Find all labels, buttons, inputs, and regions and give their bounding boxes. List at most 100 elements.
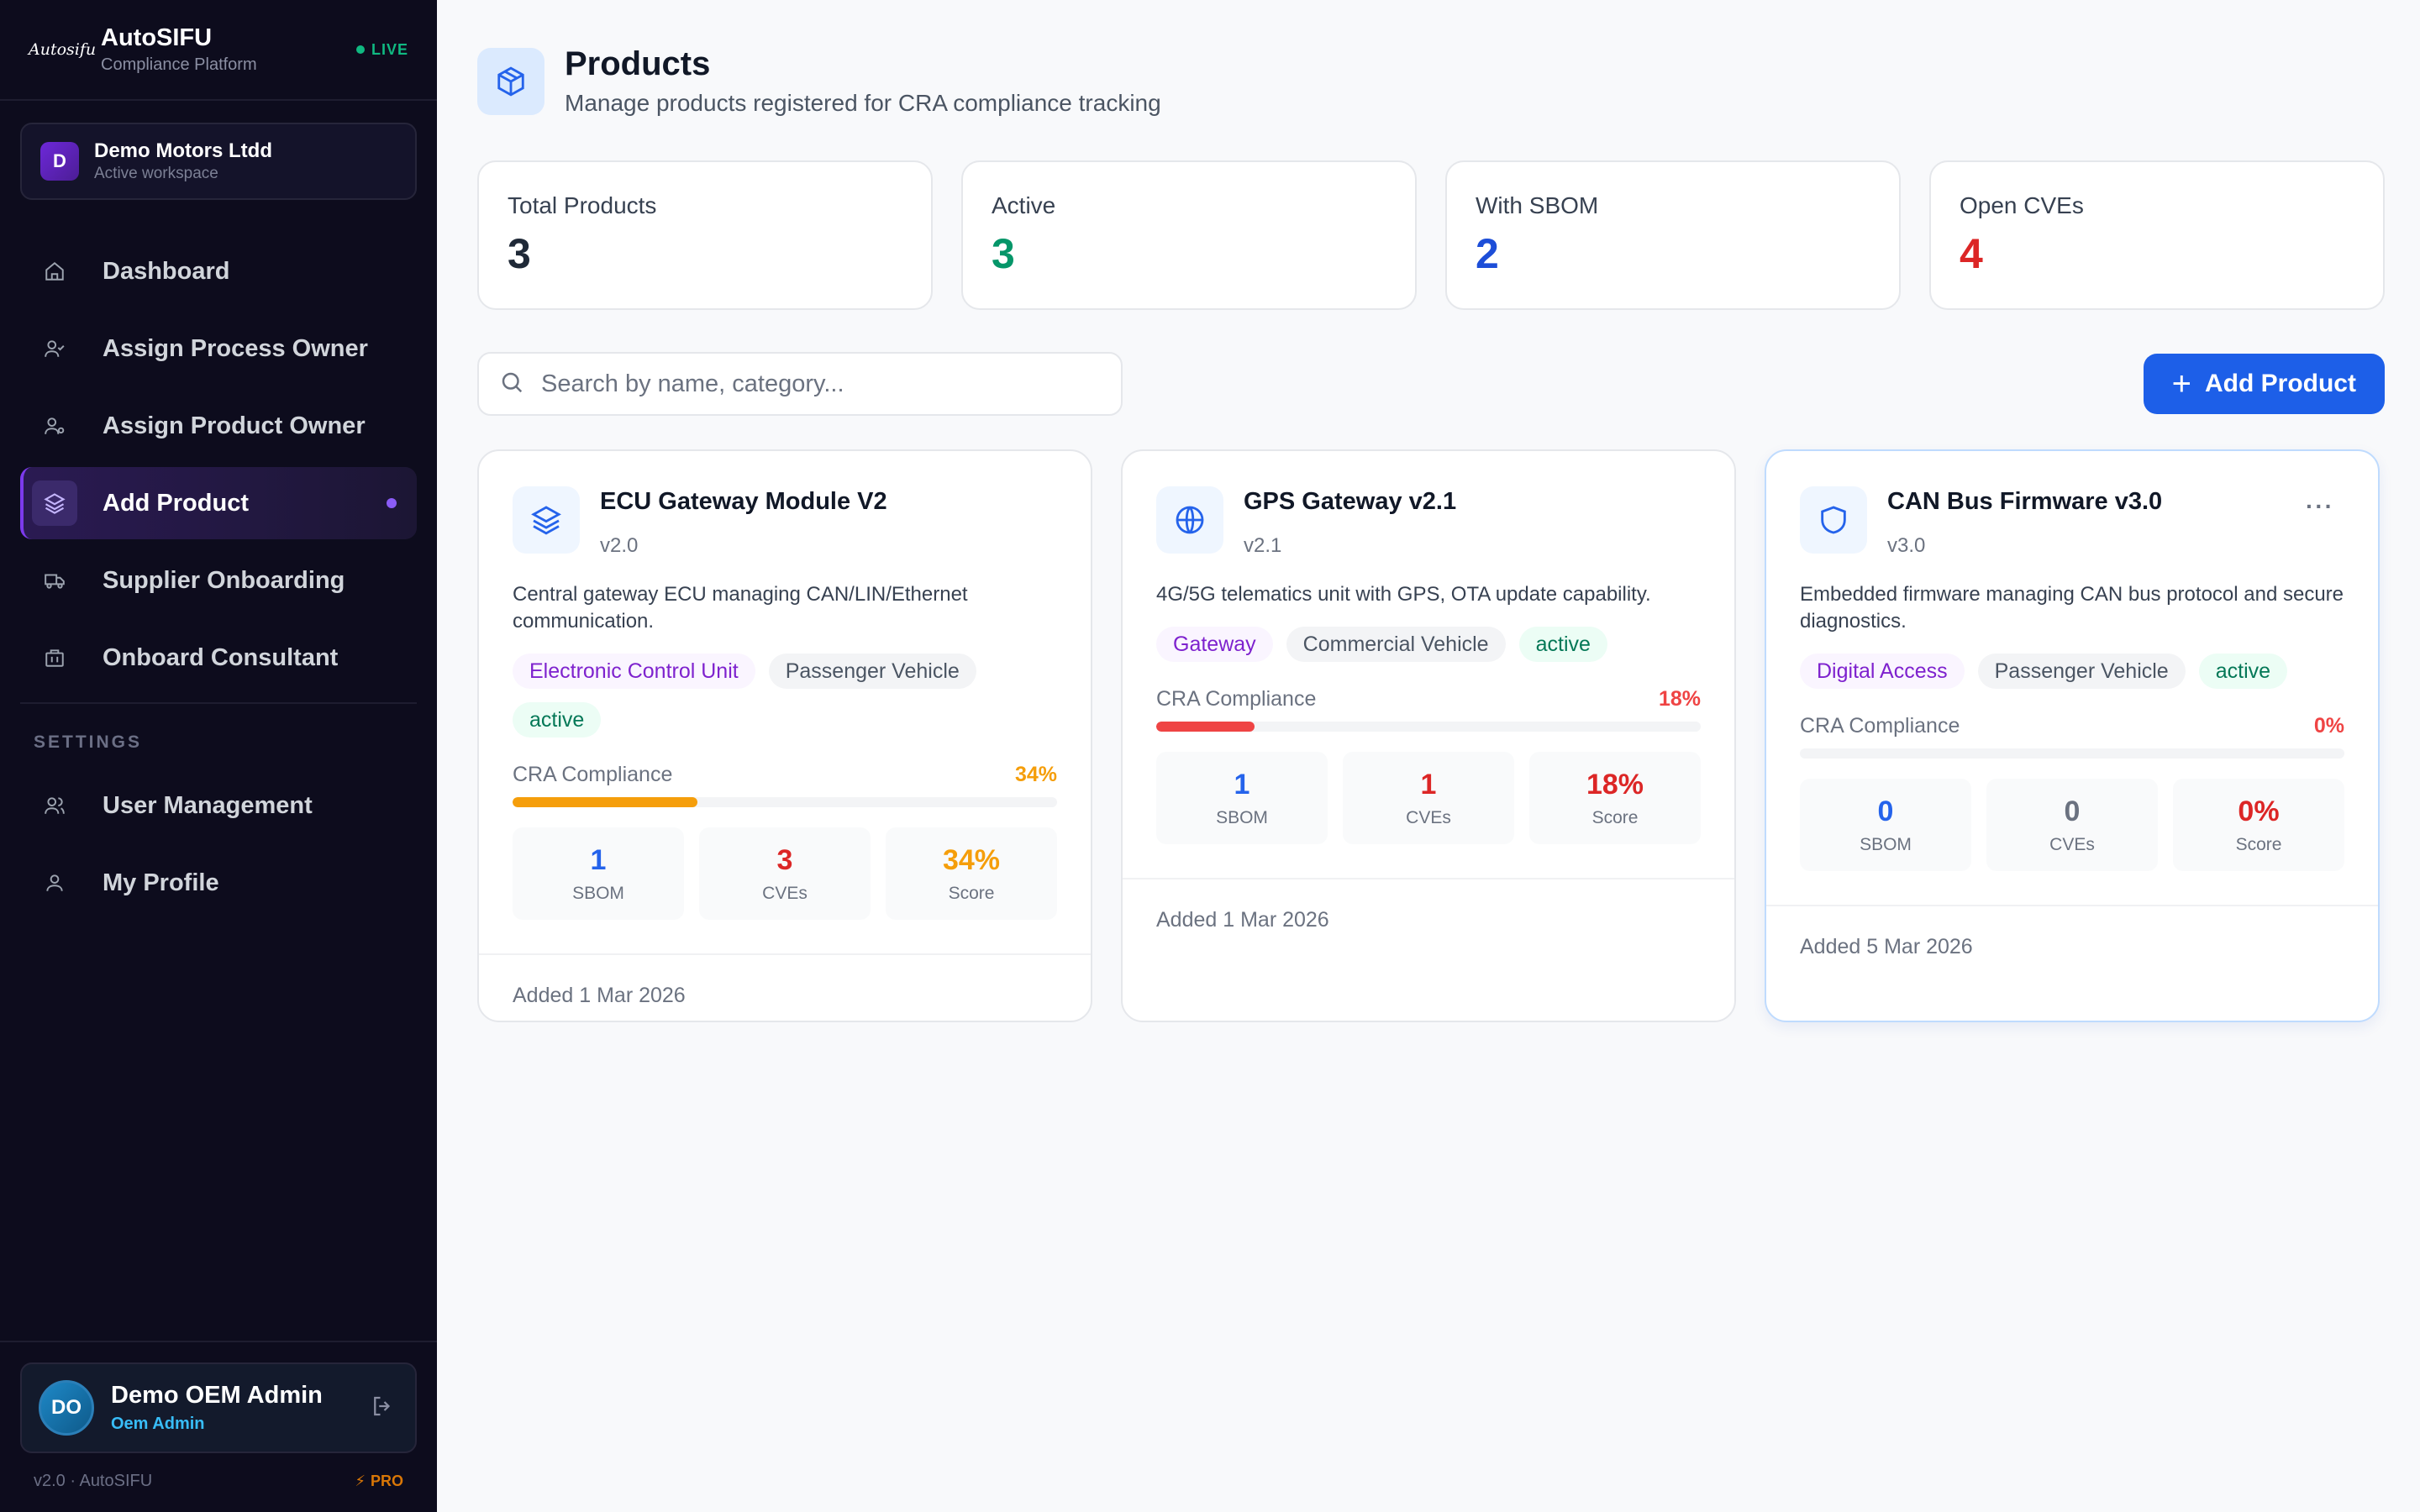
add-product-button[interactable]: + Add Product: [2143, 354, 2385, 414]
search-input[interactable]: [541, 370, 1079, 398]
product-tags: Electronic Control Unit Passenger Vehicl…: [513, 654, 1057, 738]
stat-label: With SBOM: [1476, 192, 1599, 218]
main-content: Products Manage products registered for …: [437, 0, 2420, 1512]
plan-label: PRO: [370, 1473, 403, 1489]
more-options-icon[interactable]: ···: [2306, 493, 2334, 520]
users-icon: [42, 793, 67, 818]
compliance-percent: 34%: [1014, 763, 1057, 786]
nav-item-dashboard[interactable]: Dashboard: [20, 235, 417, 307]
nav-item-add-product[interactable]: Add Product: [20, 467, 417, 539]
stat-value: 4: [1960, 230, 1983, 277]
nav-label: Dashboard: [103, 257, 230, 285]
add-product-label: Add Product: [2205, 370, 2356, 397]
stat-label: Open CVEs: [1960, 192, 2084, 218]
box-icon: [477, 47, 544, 115]
vehicle-tag: Passenger Vehicle: [768, 654, 976, 689]
compliance-row: CRA Compliance 34%: [513, 763, 1057, 787]
user-name: Demo OEM Admin: [111, 1382, 323, 1409]
plan-badge: ⚡ PRO: [355, 1473, 403, 1490]
user-role: Oem Admin: [111, 1415, 205, 1433]
product-version: v2.1: [1244, 534, 1282, 557]
product-metrics: 1 SBOM 3 CVEs 34% Score: [513, 827, 1057, 920]
metric-label: CVEs: [1406, 807, 1451, 827]
stat-card-total-products: Total Products 3: [477, 160, 933, 310]
nav-label: Add Product: [103, 489, 249, 517]
metric-label: CVEs: [762, 883, 808, 903]
product-card[interactable]: ECU Gateway Module V2 v2.0 Central gatew…: [477, 449, 1092, 1022]
metric-score: 18% Score: [1529, 752, 1701, 844]
briefcase-icon: [42, 645, 67, 670]
user-card[interactable]: DO Demo OEM Admin Oem Admin: [20, 1362, 417, 1453]
nav-label: Onboard Consultant: [103, 643, 339, 671]
brand-logo: Autosifu: [29, 40, 97, 59]
stat-card-open-cves: Open CVEs 4: [1929, 160, 2385, 310]
metric-value: 18%: [1586, 768, 1644, 801]
compliance-progress-bar: [1156, 722, 1701, 732]
stats-row: Total Products 3 Active 3 With SBOM 2 Op…: [477, 160, 2385, 310]
logout-icon[interactable]: [370, 1394, 398, 1422]
stat-value: 3: [508, 230, 531, 277]
compliance-progress-fill: [1156, 722, 1255, 732]
sidebar: Autosifu AutoSIFU Compliance Platform LI…: [0, 0, 437, 1512]
nav-item-my-profile[interactable]: My Profile: [20, 847, 417, 919]
compliance-percent: 18%: [1658, 687, 1701, 711]
product-metrics: 1 SBOM 1 CVEs 18% Score: [1156, 752, 1701, 844]
search-box: [477, 352, 1123, 416]
metric-cves: 3 CVEs: [699, 827, 871, 920]
settings-nav: User Management My Profile: [0, 769, 437, 919]
nav-item-assign-process-owner[interactable]: Assign Process Owner: [20, 312, 417, 385]
product-added-date: Added 5 Mar 2026: [1766, 905, 2378, 959]
compliance-row: CRA Compliance 0%: [1800, 714, 2344, 738]
avatar: DO: [39, 1380, 94, 1436]
category-tag: Digital Access: [1800, 654, 1965, 689]
page-title: Products: [565, 45, 711, 82]
stat-label: Active: [992, 192, 1056, 218]
metric-sbom: 1 SBOM: [1156, 752, 1328, 844]
metric-score: 34% Score: [886, 827, 1057, 920]
compliance-progress-bar: [1800, 748, 2344, 759]
nav-item-assign-product-owner[interactable]: Assign Product Owner: [20, 390, 417, 462]
version-label: v2.0 · AutoSIFU: [34, 1472, 153, 1490]
live-label: LIVE: [371, 40, 408, 58]
metric-score: 0% Score: [2173, 779, 2344, 871]
page-header: Products Manage products registered for …: [477, 45, 2385, 117]
settings-section-label: SETTINGS: [20, 702, 417, 764]
stat-value: 2: [1476, 230, 1499, 277]
brand-name: AutoSIFU: [101, 24, 213, 51]
product-version: v3.0: [1887, 534, 1926, 557]
stat-value: 3: [992, 230, 1015, 277]
workspace-avatar: D: [40, 142, 79, 181]
compliance-row: CRA Compliance 18%: [1156, 687, 1701, 711]
metric-sbom: 0 SBOM: [1800, 779, 1971, 871]
metric-value: 1: [590, 843, 607, 876]
product-name: ECU Gateway Module V2: [600, 488, 887, 515]
nav-label: Assign Process Owner: [103, 334, 368, 362]
metric-value: 3: [776, 843, 793, 876]
product-card[interactable]: GPS Gateway v2.1 v2.1 4G/5G telematics u…: [1121, 449, 1736, 1022]
product-name: CAN Bus Firmware v3.0: [1887, 488, 2163, 515]
metric-label: SBOM: [1860, 834, 1912, 854]
product-added-date: Added 1 Mar 2026: [1123, 878, 1734, 932]
metric-value: 0%: [2238, 795, 2280, 827]
nav-item-supplier-onboarding[interactable]: Supplier Onboarding: [20, 544, 417, 617]
nav-item-onboard-consultant[interactable]: Onboard Consultant: [20, 622, 417, 694]
compliance-label: CRA Compliance: [1800, 714, 1960, 738]
workspace-subtitle: Active workspace: [94, 165, 218, 182]
workspace-switcher[interactable]: D Demo Motors Ltdd Active workspace: [20, 123, 417, 200]
product-card[interactable]: ··· CAN Bus Firmware v3.0 v3.0 Embedded …: [1765, 449, 2380, 1022]
compliance-progress-fill: [513, 797, 698, 807]
sidebar-footer: DO Demo OEM Admin Oem Admin v2.0 · AutoS…: [0, 1341, 437, 1512]
bolt-icon: ⚡: [355, 1473, 366, 1489]
status-badge: active: [513, 702, 602, 738]
metric-label: Score: [2235, 834, 2282, 854]
home-icon: [42, 259, 67, 284]
product-tags: Digital Access Passenger Vehicle active: [1800, 654, 2344, 689]
nav-item-user-management[interactable]: User Management: [20, 769, 417, 842]
metric-label: SBOM: [572, 883, 624, 903]
product-added-date: Added 1 Mar 2026: [479, 953, 1091, 1008]
metric-value: 1: [1234, 768, 1250, 801]
nav-label: My Profile: [103, 869, 219, 896]
plus-icon: +: [2171, 365, 2191, 402]
product-cards: ECU Gateway Module V2 v2.0 Central gatew…: [477, 449, 2385, 1022]
page-subtitle: Manage products registered for CRA compl…: [565, 90, 1161, 116]
